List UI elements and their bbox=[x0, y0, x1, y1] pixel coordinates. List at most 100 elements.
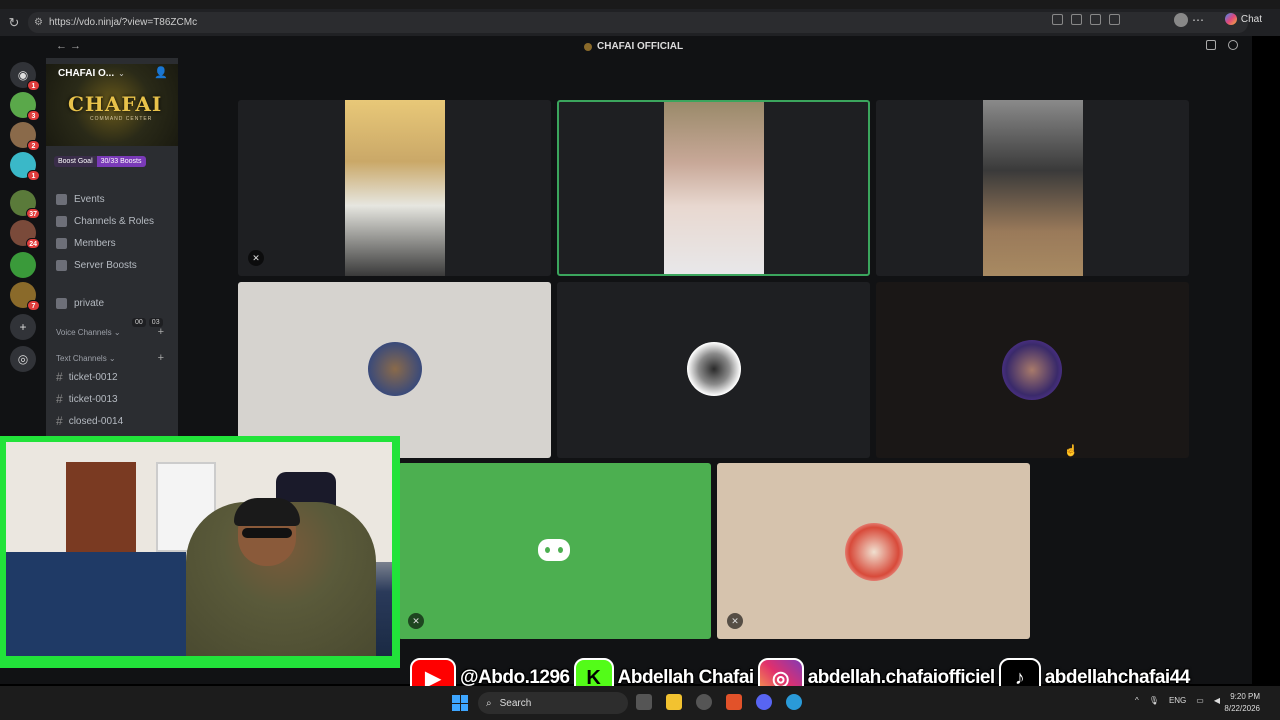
system-clock[interactable]: 9:20 PM 8/22/2026 bbox=[1224, 691, 1260, 715]
text-channel-item[interactable]: # closed-0014 bbox=[56, 414, 123, 428]
window-top-strip bbox=[0, 0, 1280, 9]
volume-icon[interactable]: ◀ bbox=[1214, 696, 1220, 705]
taskbar-search[interactable]: ⌕ Search bbox=[478, 692, 628, 714]
menu-events[interactable]: Events bbox=[56, 190, 174, 208]
discord-avatar-tile[interactable]: ✕ bbox=[398, 463, 711, 639]
guild-badge: 1 bbox=[27, 80, 40, 91]
guild-item[interactable]: 1 bbox=[10, 152, 40, 181]
video-tile[interactable] bbox=[876, 100, 1189, 276]
menu-label: Server Boosts bbox=[74, 259, 137, 271]
guild-badge: 1 bbox=[27, 170, 40, 181]
inbox-icon[interactable] bbox=[1206, 40, 1216, 50]
streamer-glasses bbox=[242, 528, 292, 538]
browser-action-icons bbox=[1052, 14, 1120, 25]
back-forward-icons[interactable]: ← → bbox=[56, 40, 81, 52]
chat-label: Chat bbox=[1240, 13, 1262, 25]
guild-item[interactable]: 24 bbox=[10, 220, 40, 249]
browser-toolbar: ↻ ⚙ https://vdo.ninja/?view=T86ZCMc ⋯ Ch… bbox=[0, 9, 1280, 36]
add-text-channel-icon[interactable]: + bbox=[158, 352, 164, 364]
guild-item[interactable]: 37 bbox=[10, 190, 40, 219]
speaker-icon bbox=[56, 297, 67, 309]
muted-mic-icon: ✕ bbox=[408, 613, 424, 629]
guild-item[interactable]: 7 bbox=[10, 282, 40, 311]
windows-taskbar: ⌕ Search ^ 🎙 ENG ▭ ◀ 9:20 PM 8/22/2026 bbox=[0, 686, 1280, 720]
menu-server-boosts[interactable]: Server Boosts bbox=[56, 256, 174, 274]
section-label-text: Text Channels bbox=[56, 354, 107, 363]
chrome-icon[interactable] bbox=[696, 694, 712, 710]
avatar-tile[interactable] bbox=[238, 282, 551, 458]
more-options-icon[interactable]: ⋯ bbox=[1192, 13, 1204, 27]
invite-people-icon[interactable]: 👤 bbox=[154, 66, 168, 79]
discover-button[interactable]: ◎ bbox=[10, 346, 36, 372]
add-server-button[interactable]: + bbox=[10, 314, 36, 340]
guild-discord-home[interactable]: ◉ 1 bbox=[10, 62, 40, 91]
discord-logo-eyes bbox=[545, 547, 563, 553]
server-header[interactable]: CHAFAI O... ⌄ 👤 bbox=[46, 58, 178, 88]
brave-icon[interactable] bbox=[726, 694, 742, 710]
chevron-down-icon: ⌄ bbox=[118, 68, 125, 78]
streamer-webcam-overlay bbox=[0, 436, 400, 668]
guild-badge: 24 bbox=[26, 238, 40, 249]
avatar-tile[interactable] bbox=[876, 282, 1189, 458]
reload-icon[interactable]: ↻ bbox=[6, 15, 22, 31]
language-indicator[interactable]: ENG bbox=[1169, 696, 1186, 705]
discord-taskbar-icon[interactable] bbox=[756, 694, 772, 710]
voice-channel-label: private bbox=[74, 297, 105, 309]
app-title-bar: ← → CHAFAI OFFICIAL bbox=[0, 36, 1252, 58]
menu-channels-roles[interactable]: Channels & Roles bbox=[56, 212, 174, 230]
webcam-video bbox=[6, 442, 392, 656]
banner-subtitle: COMMAND CENTER bbox=[90, 116, 153, 122]
boost-goal-bar[interactable]: Boost Goal 30/33 Boosts bbox=[54, 154, 170, 168]
guild-item[interactable]: 3 bbox=[10, 92, 40, 121]
text-channel-item[interactable]: # ticket-0013 bbox=[56, 392, 118, 406]
favorites-icon[interactable] bbox=[1109, 14, 1120, 25]
server-name: CHAFAI O... bbox=[58, 67, 115, 79]
guild-item[interactable] bbox=[10, 252, 36, 278]
tray-chevron-icon[interactable]: ^ bbox=[1135, 696, 1139, 705]
server-dot-icon bbox=[584, 42, 592, 51]
file-explorer-icon[interactable] bbox=[666, 694, 682, 710]
members-icon bbox=[56, 237, 67, 249]
hash-icon: # bbox=[56, 414, 63, 428]
channel-name: ticket-0013 bbox=[68, 393, 118, 405]
calendar-icon bbox=[56, 193, 67, 205]
start-button[interactable] bbox=[452, 695, 468, 711]
network-icon[interactable]: ▭ bbox=[1196, 696, 1204, 705]
help-icon[interactable] bbox=[1228, 40, 1238, 50]
channel-name: closed-0014 bbox=[68, 415, 124, 427]
muted-mic-icon: ✕ bbox=[727, 613, 743, 629]
guild-item[interactable]: 2 bbox=[10, 122, 40, 151]
video-tile-speaking[interactable] bbox=[557, 100, 870, 276]
plus-icon: + bbox=[19, 320, 27, 334]
menu-members[interactable]: Members bbox=[56, 234, 174, 252]
guild-badge: 2 bbox=[27, 140, 40, 151]
text-channel-item[interactable]: # ticket-0012 bbox=[56, 370, 118, 384]
text-channels-header[interactable]: Text Channels ⌄ bbox=[56, 354, 116, 363]
mic-icon[interactable]: 🎙 bbox=[1149, 696, 1159, 705]
site-info-icon[interactable]: ⚙ bbox=[34, 17, 43, 28]
copilot-icon bbox=[1224, 13, 1237, 25]
extensions-icon[interactable] bbox=[1052, 14, 1063, 25]
avatar-tile[interactable]: ✕ bbox=[717, 463, 1030, 639]
reader-icon[interactable] bbox=[1071, 14, 1082, 25]
video-tile[interactable]: ✕ bbox=[238, 100, 551, 276]
url-text: https://vdo.ninja/?view=T86ZCMc bbox=[48, 17, 198, 28]
participant-avatar bbox=[1002, 340, 1062, 400]
favorite-star-icon[interactable] bbox=[1090, 14, 1101, 25]
search-label: Search bbox=[499, 697, 532, 709]
search-icon: ⌕ bbox=[486, 697, 492, 709]
voice-channels-header[interactable]: Voice Channels ⌄ bbox=[56, 328, 121, 337]
avatar-tile[interactable] bbox=[557, 282, 870, 458]
add-voice-channel-icon[interactable]: + bbox=[158, 326, 164, 338]
menu-label: Events bbox=[74, 193, 105, 205]
edge-icon[interactable] bbox=[786, 694, 802, 710]
guild-badge: 3 bbox=[27, 110, 40, 121]
guild-badge: 37 bbox=[26, 208, 40, 219]
voice-channel-private[interactable]: private bbox=[56, 294, 174, 312]
task-view-icon[interactable] bbox=[636, 694, 652, 710]
profile-avatar[interactable] bbox=[1174, 13, 1188, 27]
channel-sidebar: CHAFAI COMMAND CENTER CHAFAI O... ⌄ 👤 Bo… bbox=[46, 58, 178, 438]
channel-title: CHAFAI OFFICIAL bbox=[584, 41, 683, 52]
copilot-chat-button[interactable]: Chat bbox=[1224, 13, 1262, 25]
compass-icon: ◎ bbox=[17, 352, 29, 366]
